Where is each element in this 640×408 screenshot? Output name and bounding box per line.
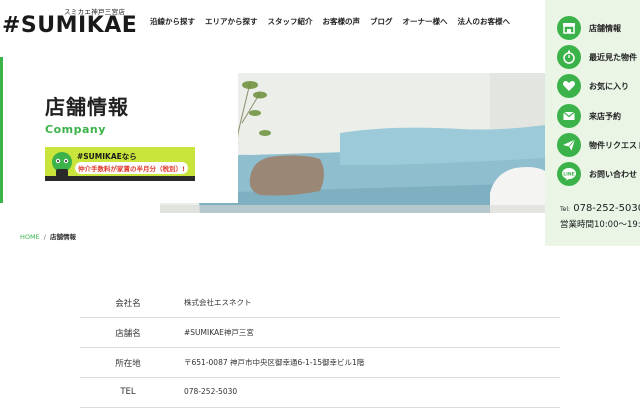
promo-banner[interactable]: #SUMIKAEなら 仲介手数料が家賃の半月分（税別）! bbox=[45, 147, 195, 181]
site-header: スミカエ神戸三宮店 #SUMIKAE 沿線から探す エリアから探す スタッフ紹介… bbox=[0, 0, 545, 50]
row-value[interactable]: 078-252-5030 bbox=[184, 387, 237, 396]
page-subtitle: Company bbox=[45, 123, 106, 136]
tel-prefix: Tel: bbox=[560, 206, 571, 213]
side-item-label: 来店予約 bbox=[589, 112, 621, 121]
side-item-label: 物件リクエスト bbox=[589, 141, 640, 150]
heart-icon bbox=[557, 74, 581, 98]
table-row: 所在地 〒651-0087 神戸市中央区御幸通6-1-15御幸ビル1階 bbox=[80, 348, 560, 378]
table-row: TEL 078-252-5030 bbox=[80, 378, 560, 408]
breadcrumb: HOME / 店舗情報 bbox=[20, 231, 76, 241]
side-item-label: お気に入り bbox=[589, 82, 629, 91]
nav-item-voices[interactable]: お客様の声 bbox=[318, 16, 366, 27]
banner-headline: #SUMIKAEなら bbox=[77, 152, 137, 161]
row-label: 所在地 bbox=[115, 359, 141, 369]
hero-section: 店舗情報 Company #SUMIKAEなら 仲介手数料が家賃の半月分（税別）… bbox=[0, 57, 545, 213]
page-title: 店舗情報 bbox=[45, 95, 129, 119]
row-label: 店舗名 bbox=[115, 329, 141, 339]
breadcrumb-current: 店舗情報 bbox=[49, 233, 76, 241]
tel-number: 078-252-5030 bbox=[573, 203, 640, 214]
nav-item-owners[interactable]: オーナー様へ bbox=[398, 16, 453, 27]
side-item-label: 店舗情報 bbox=[589, 24, 621, 33]
side-item-favorites[interactable]: お気に入り bbox=[557, 74, 640, 100]
site-logo[interactable]: スミカエ神戸三宮店 #SUMIKAE bbox=[2, 6, 137, 40]
side-panel: 店舗情報 最近見た物件 お気に入り 来店予約 物件リクエスト LINE お問い合… bbox=[545, 0, 640, 246]
side-item-label: お問い合わせ bbox=[589, 170, 637, 179]
row-label: 会社名 bbox=[115, 299, 141, 309]
accent-bar bbox=[0, 57, 3, 203]
store-info-table: 会社名 株式会社エスネクト 店舗名 #SUMIKAE神戸三宮 所在地 〒651-… bbox=[80, 288, 560, 408]
mascot-icon bbox=[52, 152, 72, 177]
hero-title-card: 店舗情報 Company #SUMIKAEなら 仲介手数料が家賃の半月分（税別）… bbox=[0, 57, 238, 203]
stopwatch-icon bbox=[557, 45, 581, 69]
row-value: 株式会社エスネクト bbox=[184, 298, 252, 307]
breadcrumb-separator: / bbox=[43, 233, 46, 241]
logo-text: #SUMIKAE bbox=[2, 13, 138, 38]
side-phone[interactable]: Tel: 078-252-5030 bbox=[560, 203, 640, 214]
mail-icon bbox=[557, 104, 581, 128]
table-row: 会社名 株式会社エスネクト bbox=[80, 288, 560, 318]
row-value: 〒651-0087 神戸市中央区御幸通6-1-15御幸ビル1階 bbox=[184, 358, 365, 367]
store-icon bbox=[557, 16, 581, 40]
banner-bottom-strip bbox=[45, 176, 195, 181]
line-icon: LINE bbox=[557, 162, 581, 186]
nav-item-blog[interactable]: ブログ bbox=[365, 16, 398, 27]
nav-item-corporate[interactable]: 法人のお客様へ bbox=[453, 16, 516, 27]
table-row: 店舗名 #SUMIKAE神戸三宮 bbox=[80, 318, 560, 348]
nav-item-staff[interactable]: スタッフ紹介 bbox=[263, 16, 318, 27]
side-item-store-info[interactable]: 店舗情報 bbox=[557, 16, 640, 42]
row-label: TEL bbox=[120, 387, 136, 397]
side-item-contact[interactable]: LINE お問い合わせ bbox=[557, 162, 640, 188]
nav-item-by-line[interactable]: 沿線から探す bbox=[150, 16, 200, 27]
business-hours: 営業時間10:00〜19:00 bbox=[560, 220, 640, 230]
side-item-visit-reservation[interactable]: 来店予約 bbox=[557, 104, 640, 130]
side-item-label: 最近見た物件 bbox=[589, 53, 637, 62]
svg-text:LINE: LINE bbox=[563, 172, 574, 178]
banner-offer: 仲介手数料が家賃の半月分（税別）! bbox=[75, 162, 188, 174]
breadcrumb-home-link[interactable]: HOME bbox=[20, 233, 40, 241]
nav-item-by-area[interactable]: エリアから探す bbox=[200, 16, 263, 27]
row-value: #SUMIKAE神戸三宮 bbox=[184, 328, 254, 337]
side-item-recently-viewed[interactable]: 最近見た物件 bbox=[557, 45, 640, 71]
main-nav: 沿線から探す エリアから探す スタッフ紹介 お客様の声 ブログ オーナー様へ 法… bbox=[150, 16, 515, 27]
paper-plane-icon bbox=[557, 133, 581, 157]
side-item-property-request[interactable]: 物件リクエスト bbox=[557, 133, 640, 159]
